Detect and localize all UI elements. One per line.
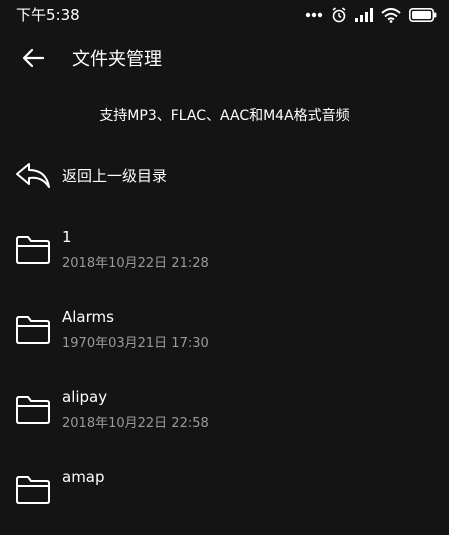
folder-icon	[15, 235, 51, 265]
folder-name: 1	[62, 228, 72, 246]
status-time: 下午5:38	[16, 6, 80, 24]
go-up-directory-label: 返回上一级目录	[62, 167, 168, 185]
folder-name: Alarms	[62, 308, 114, 326]
battery-icon	[409, 8, 437, 22]
app-bar: 文件夹管理	[0, 38, 449, 82]
undo-arrow-icon	[14, 160, 52, 190]
alarm-icon	[331, 7, 347, 23]
folder-item[interactable]: alipay 2018年10月22日 22:58	[0, 375, 449, 455]
status-bar: 下午5:38	[0, 0, 449, 30]
more-dots-icon	[305, 12, 323, 18]
folder-list: 1 2018年10月22日 21:28 Alarms 1970年03月21日 1…	[0, 215, 449, 535]
arrow-left-icon	[22, 48, 45, 72]
folder-item[interactable]: 1 2018年10月22日 21:28	[0, 215, 449, 295]
status-icons	[305, 5, 437, 25]
folder-item[interactable]: Alarms 1970年03月21日 17:30	[0, 295, 449, 375]
folder-modified-date: 1970年03月21日 17:30	[62, 336, 209, 351]
folder-modified-date: 2018年10月22日 21:28	[62, 256, 209, 271]
back-button[interactable]	[18, 47, 48, 73]
folder-icon	[15, 395, 51, 425]
folder-name: alipay	[62, 388, 108, 406]
folder-icon	[15, 315, 51, 345]
page-title: 文件夹管理	[72, 49, 162, 70]
folder-icon	[15, 475, 51, 505]
folder-item[interactable]: amap	[0, 455, 449, 535]
folder-name: amap	[62, 468, 105, 486]
wifi-icon	[381, 7, 401, 23]
supported-formats-hint: 支持MP3、FLAC、AAC和M4A格式音频	[99, 108, 350, 124]
go-up-directory-button[interactable]: 返回上一级目录	[0, 150, 449, 202]
folder-modified-date: 2018年10月22日 22:58	[62, 416, 209, 431]
signal-icon	[355, 8, 373, 22]
